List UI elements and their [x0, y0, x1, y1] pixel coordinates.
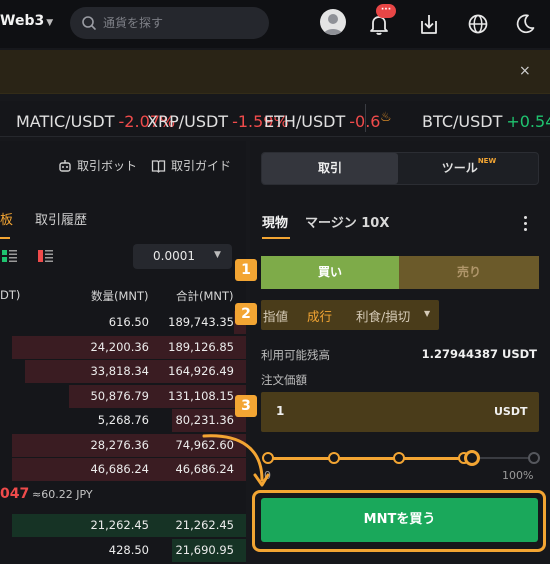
- announcement-bar: ×: [0, 50, 550, 94]
- table-row[interactable]: 50,876.79 131,108.15: [0, 384, 246, 408]
- tab-trade-history[interactable]: 取引履歴: [35, 209, 87, 228]
- precision-value: 0.0001: [153, 249, 195, 263]
- order-amount-value: 1: [276, 404, 285, 418]
- brand-menu[interactable]: Web3 ▼: [0, 13, 53, 29]
- row-total: 189,743.35: [168, 315, 234, 329]
- tab-tools-label: ツール: [441, 161, 478, 175]
- table-row[interactable]: 428.50 21,690.95: [0, 538, 246, 562]
- ticker-item[interactable]: ETH/USDT -0.6: [264, 112, 380, 131]
- search-icon: [82, 16, 96, 30]
- order-amount-unit: USDT: [494, 405, 528, 418]
- tab-orderbook[interactable]: 板: [0, 209, 13, 228]
- close-icon[interactable]: ×: [519, 63, 531, 79]
- brand-label: Web3: [0, 13, 45, 29]
- step-badge: 3: [235, 395, 257, 417]
- ticker-pair: XRP/USDT: [147, 112, 229, 131]
- table-row[interactable]: 24,200.36 189,126.85: [0, 335, 246, 359]
- row-qty: 616.50: [108, 315, 149, 329]
- ticker-pair: BTC/USDT: [422, 112, 503, 131]
- row-qty: 50,876.79: [90, 388, 149, 403]
- table-row[interactable]: 616.50 189,743.35: [0, 311, 246, 334]
- search-input[interactable]: [103, 13, 253, 33]
- tab-margin[interactable]: マージン 10X: [305, 212, 389, 231]
- trading-guide-link[interactable]: 取引ガイド: [171, 157, 231, 174]
- orderbook-asks-icon[interactable]: [38, 249, 54, 263]
- row-qty: 46,686.24: [90, 462, 149, 476]
- ticker-pair: ETH/USDT: [264, 112, 346, 131]
- download-icon[interactable]: [416, 11, 442, 37]
- col-header-qty: 数量(MNT): [91, 289, 149, 303]
- tab-tools[interactable]: ツールNEW: [400, 153, 538, 184]
- row-total: 189,126.85: [168, 339, 234, 354]
- user-icon: [323, 14, 343, 35]
- available-balance-label: 利用可能残高: [261, 348, 330, 362]
- tab-spot[interactable]: 現物: [262, 212, 288, 231]
- step-badge: 1: [235, 259, 257, 281]
- slider-stop[interactable]: [528, 452, 540, 464]
- fire-icon: ♨: [380, 110, 392, 125]
- last-price-jpy: ≈60.22 JPY: [32, 488, 93, 501]
- more-menu-icon[interactable]: [524, 216, 528, 234]
- row-qty: 5,268.76: [97, 413, 149, 427]
- orderbook-both-icon[interactable]: [2, 249, 18, 263]
- slider-max-label: 100%: [502, 469, 534, 482]
- row-total: 164,926.49: [168, 364, 234, 378]
- ticker-item[interactable]: BTC/USDT+0.54%: [422, 112, 550, 131]
- col-header-price: DT): [0, 288, 21, 302]
- col-header-total: 合計(MNT): [176, 289, 234, 303]
- slider-track-filled: [268, 457, 472, 460]
- pointer-arrow-icon: [202, 434, 270, 487]
- chevron-down-icon: ▼: [214, 250, 221, 260]
- ticker-pair: MATIC/USDT: [16, 112, 115, 131]
- globe-icon[interactable]: [465, 11, 491, 37]
- search-box[interactable]: [70, 7, 269, 39]
- sell-tab[interactable]: 売り: [399, 256, 539, 289]
- table-row[interactable]: 5,268.76 80,231.36: [0, 409, 246, 432]
- last-price: 047: [0, 486, 30, 502]
- slider-track[interactable]: [472, 457, 534, 459]
- row-total: 131,108.15: [168, 388, 234, 403]
- notification-badge: ···: [376, 4, 396, 18]
- row-qty: 33,818.34: [90, 364, 149, 378]
- row-qty: 428.50: [108, 542, 149, 557]
- available-balance-value: 1.27944387 USDT: [421, 347, 537, 361]
- buy-mnt-button[interactable]: MNTを買う: [261, 498, 538, 542]
- table-row[interactable]: 33,818.34 164,926.49: [0, 360, 246, 383]
- trading-bot-link[interactable]: 取引ボット: [77, 157, 137, 174]
- row-qty: 24,200.36: [90, 339, 149, 354]
- row-qty: 28,276.36: [90, 437, 149, 452]
- new-badge: NEW: [477, 157, 497, 165]
- slider-handle[interactable]: [464, 450, 480, 466]
- ticker-change: +0.54%: [506, 112, 550, 131]
- order-type-market[interactable]: 成行: [307, 306, 332, 325]
- step-badge: 2: [235, 303, 257, 325]
- row-total: 80,231.36: [175, 413, 234, 427]
- order-amount-label: 注文価額: [261, 373, 307, 387]
- row-total: 21,690.95: [175, 542, 234, 557]
- row-total: 21,262.45: [175, 518, 234, 532]
- tab-active-indicator: [262, 237, 290, 239]
- ticker-divider: [365, 104, 366, 132]
- tab-active-indicator: [0, 237, 10, 239]
- precision-select[interactable]: 0.0001 ▼: [133, 244, 232, 269]
- slider-stop[interactable]: [393, 452, 405, 464]
- order-type-limit[interactable]: 指値: [263, 306, 288, 325]
- avatar[interactable]: [320, 9, 346, 35]
- table-row[interactable]: 21,262.45 21,262.45: [0, 514, 246, 537]
- row-qty: 21,262.45: [90, 518, 149, 532]
- order-type-tpsl[interactable]: 利食/損切: [356, 306, 410, 325]
- book-icon: [151, 160, 166, 173]
- tab-trade[interactable]: 取引: [262, 153, 398, 184]
- chevron-down-icon: ▼: [46, 18, 54, 28]
- slider-stop[interactable]: [328, 452, 340, 464]
- buy-tab[interactable]: 買い: [261, 256, 399, 289]
- robot-icon: [59, 160, 71, 172]
- moon-icon[interactable]: [512, 11, 538, 37]
- chevron-down-icon: ▼: [424, 309, 431, 318]
